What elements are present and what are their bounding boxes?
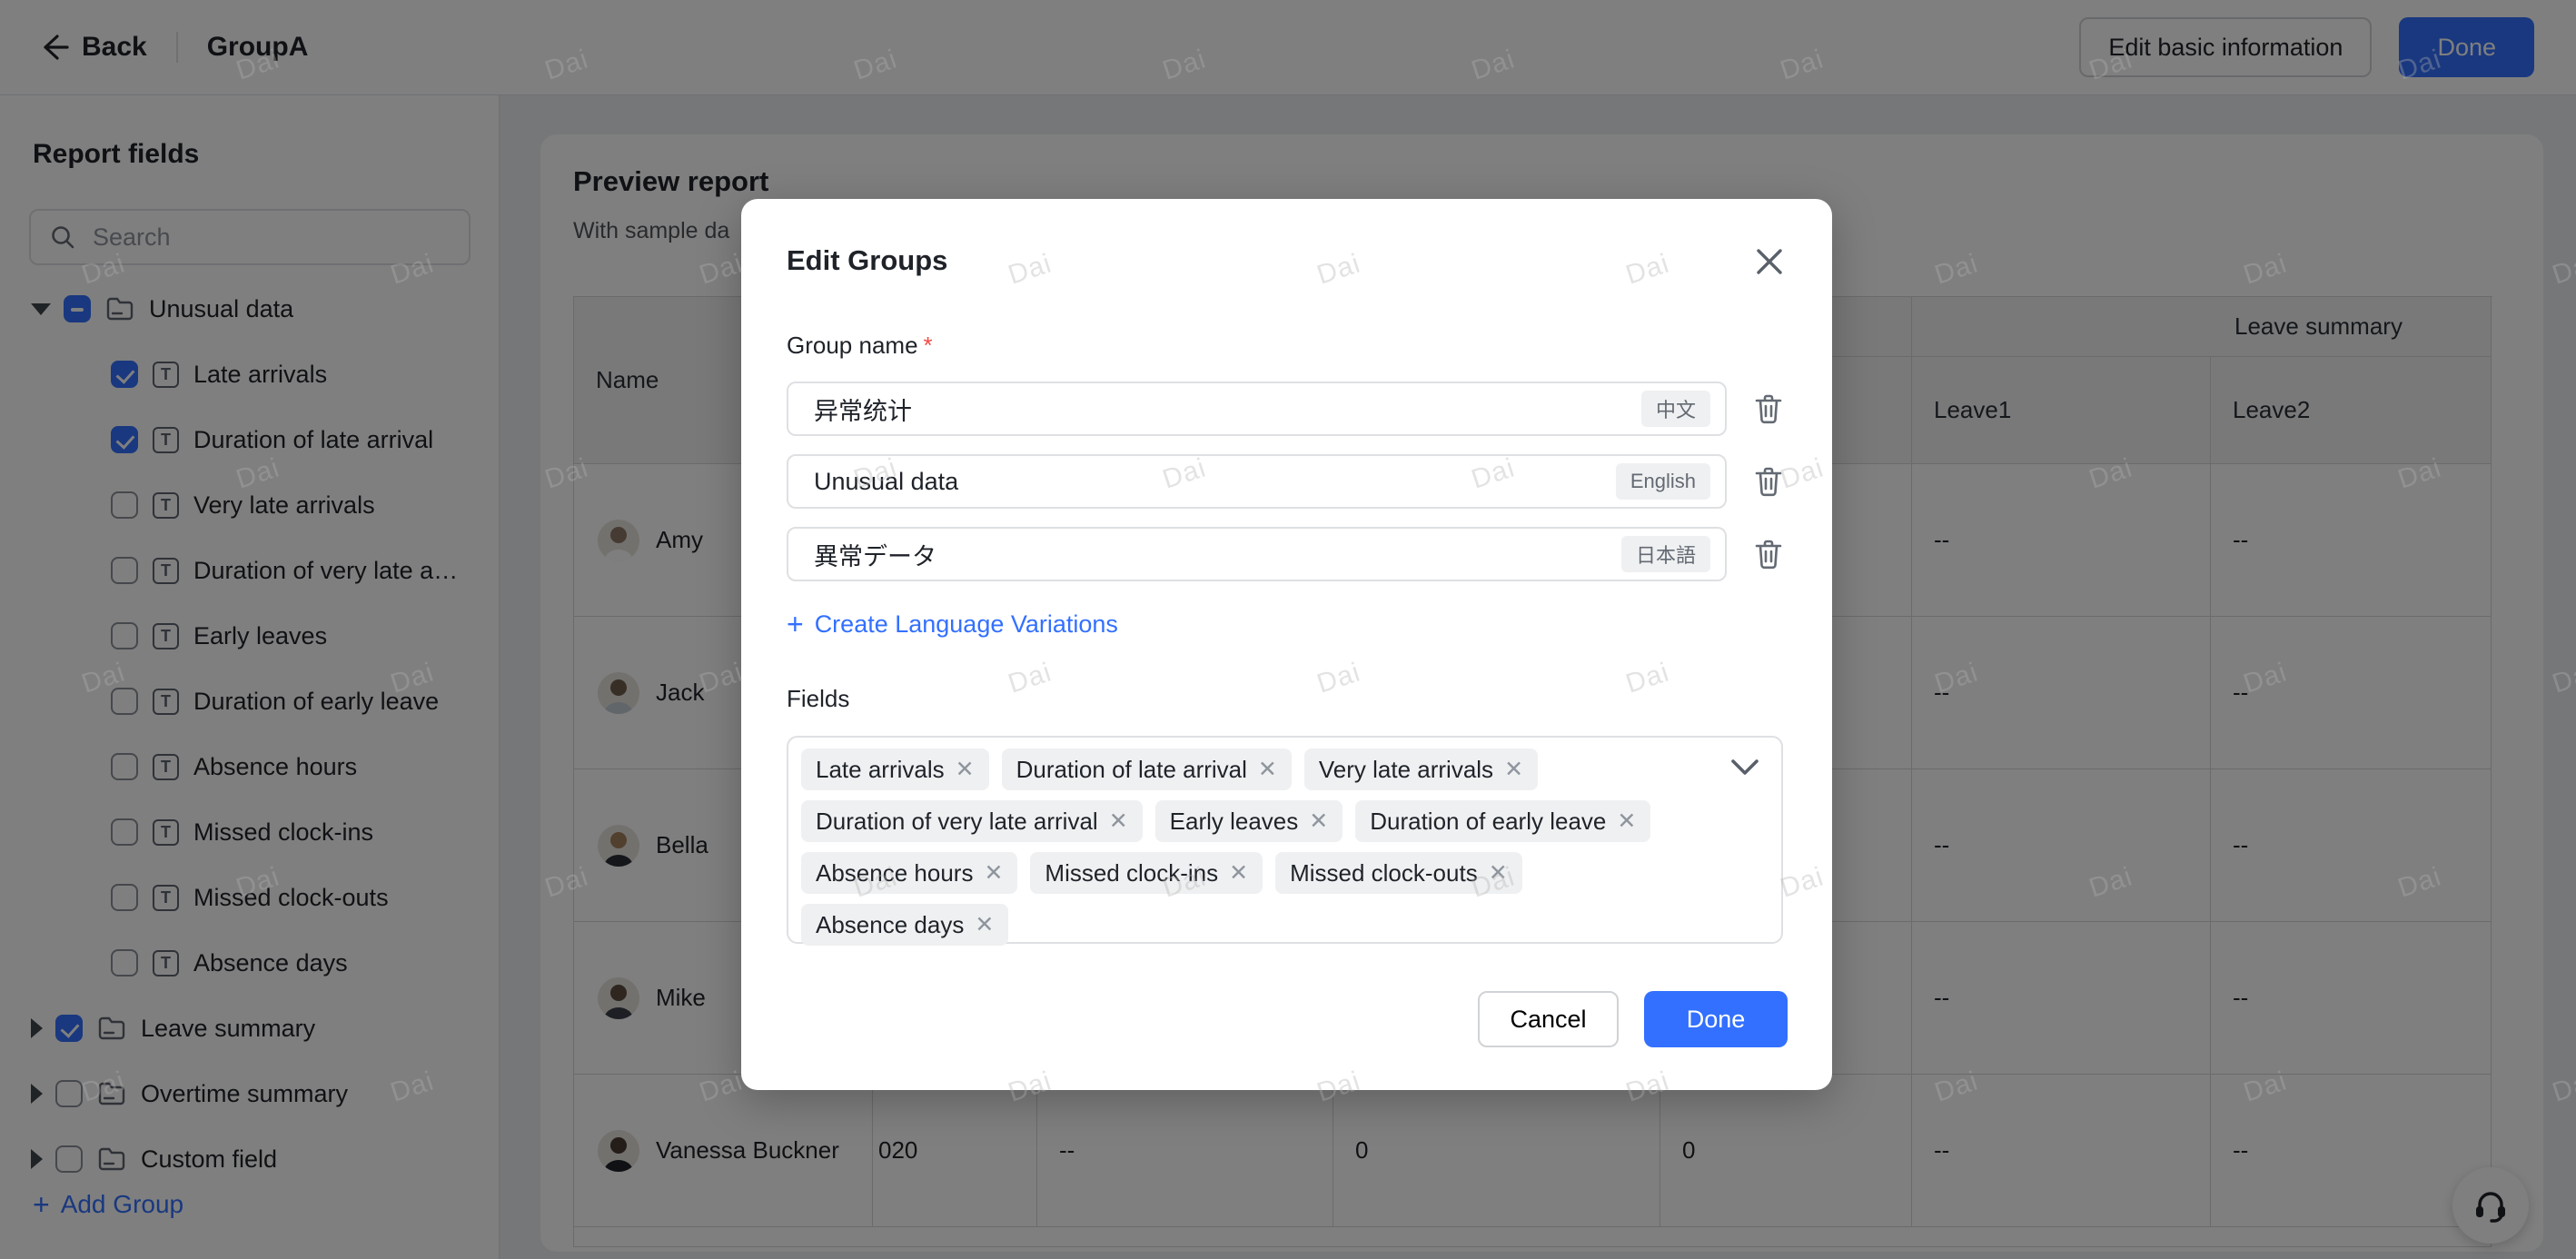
group-name-input-en-box: English: [787, 454, 1727, 509]
remove-tag-icon[interactable]: [975, 914, 994, 937]
edit-groups-modal: Edit Groups Group name* 中文 English: [741, 199, 1832, 1090]
remove-tag-icon[interactable]: [1109, 810, 1128, 833]
remove-tag-icon[interactable]: [1309, 810, 1328, 833]
close-icon[interactable]: [1751, 243, 1788, 280]
cancel-button[interactable]: Cancel: [1478, 991, 1619, 1047]
modal-title: Edit Groups: [787, 244, 947, 277]
chevron-down-icon[interactable]: [1729, 758, 1760, 782]
group-name-row-en: English: [787, 454, 1833, 509]
trash-icon: [1754, 393, 1783, 424]
required-asterisk: *: [924, 332, 933, 359]
field-tag[interactable]: Missed clock-ins: [1030, 852, 1263, 894]
group-name-row-zh: 中文: [787, 382, 1833, 436]
field-tag[interactable]: Very late arrivals: [1304, 748, 1538, 790]
modal-footer: Cancel Done: [741, 991, 1832, 1047]
group-name-input-zh[interactable]: [812, 394, 1641, 424]
tag-row: Late arrivals Duration of late arrival V…: [801, 748, 1718, 790]
trash-icon: [1754, 539, 1783, 570]
remove-tag-icon[interactable]: [1258, 758, 1277, 781]
remove-tag-icon[interactable]: [1489, 862, 1508, 885]
language-badge-ja: 日本語: [1621, 536, 1710, 572]
app-root: Back GroupA Edit basic information Done …: [0, 0, 2576, 1259]
tag-row: Absence hours Missed clock-ins Missed cl…: [801, 852, 1718, 894]
remove-tag-icon[interactable]: [956, 758, 975, 781]
group-name-row-ja: 日本語: [787, 527, 1833, 581]
delete-name-ja-button[interactable]: [1749, 534, 1788, 574]
field-tag[interactable]: Absence days: [801, 904, 1008, 946]
field-tag[interactable]: Duration of very late arrival: [801, 800, 1143, 842]
language-badge-en: English: [1616, 463, 1710, 500]
trash-icon: [1754, 466, 1783, 497]
plus-icon: +: [787, 610, 804, 639]
modal-done-button[interactable]: Done: [1644, 991, 1788, 1047]
remove-tag-icon[interactable]: [1229, 862, 1248, 885]
remove-tag-icon[interactable]: [1617, 810, 1636, 833]
field-tag[interactable]: Duration of early leave: [1355, 800, 1650, 842]
field-tag[interactable]: Early leaves: [1155, 800, 1343, 842]
fields-label: Fields: [787, 685, 849, 713]
language-badge-zh: 中文: [1641, 391, 1710, 427]
field-tag[interactable]: Duration of late arrival: [1002, 748, 1292, 790]
group-name-input-ja[interactable]: [812, 540, 1621, 570]
group-name-input-ja-box: 日本語: [787, 527, 1727, 581]
group-name-input-en[interactable]: [812, 467, 1616, 497]
remove-tag-icon[interactable]: [1504, 758, 1523, 781]
create-language-variations-label: Create Language Variations: [815, 610, 1118, 639]
create-language-variations-link[interactable]: + Create Language Variations: [787, 610, 1118, 639]
remove-tag-icon[interactable]: [984, 862, 1003, 885]
field-tag[interactable]: Missed clock-outs: [1275, 852, 1522, 894]
delete-name-en-button[interactable]: [1749, 461, 1788, 501]
fields-multiselect[interactable]: Late arrivals Duration of late arrival V…: [787, 736, 1783, 944]
group-name-input-zh-box: 中文: [787, 382, 1727, 436]
field-tag[interactable]: Late arrivals: [801, 748, 989, 790]
field-tag[interactable]: Absence hours: [801, 852, 1017, 894]
tag-row: Absence days: [801, 904, 1718, 946]
tag-row: Duration of very late arrival Early leav…: [801, 800, 1718, 842]
delete-name-zh-button[interactable]: [1749, 389, 1788, 429]
group-name-label: Group name*: [787, 332, 933, 360]
